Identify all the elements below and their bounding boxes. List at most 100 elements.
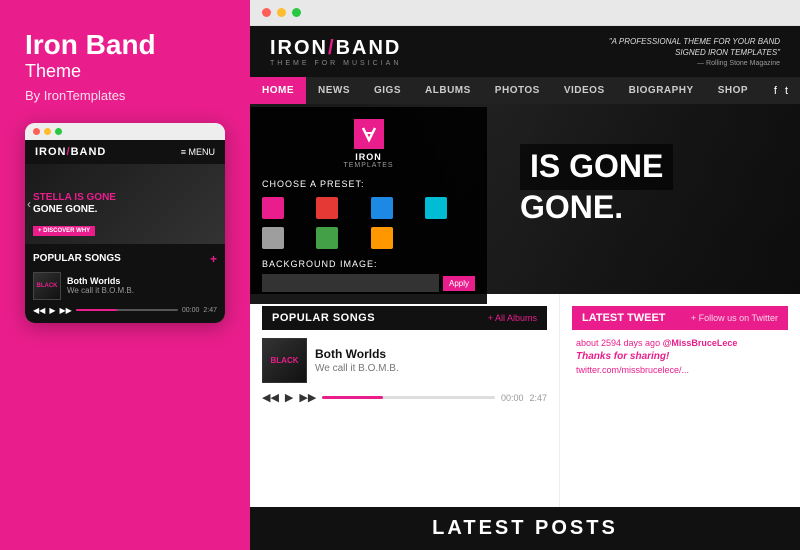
preset-swatch-orange[interactable] <box>371 227 393 249</box>
nav-item-shop[interactable]: SHOP <box>706 77 760 104</box>
hero-main-text-line1: IS GONE <box>530 149 663 184</box>
latest-posts-bar: LATEST POSTS <box>250 507 800 550</box>
all-albums-link[interactable]: + All Albums <box>488 313 537 323</box>
mobile-hero-text: STELLA IS GONE GONE GONE. <box>25 192 124 216</box>
mobile-song-thumbnail: BLACK <box>33 272 61 300</box>
browser-chrome <box>250 0 800 26</box>
dot-red <box>33 128 40 135</box>
nav-item-news[interactable]: NEWS <box>306 77 362 104</box>
song-title-large: Both Worlds <box>315 347 547 361</box>
mobile-discover-button[interactable]: + DISCOVER WHY <box>33 226 95 236</box>
mobile-songs-title: POPULAR SONGS <box>33 253 121 264</box>
facebook-icon[interactable]: f <box>774 85 777 97</box>
mobile-preview-dots <box>25 123 225 140</box>
mobile-songs-header: POPULAR SONGS + <box>33 252 217 266</box>
mobile-songs-add-icon[interactable]: + <box>210 252 217 266</box>
mobile-time-current: 00:00 <box>182 307 200 314</box>
tweet-section-header: LATEST TWEET + Follow us on Twitter <box>572 306 788 330</box>
iron-logo-panel: IRON TEMPLATES <box>262 119 475 169</box>
nav-item-home[interactable]: HOME <box>250 77 306 104</box>
site-logo-main: IRON/BAND <box>270 37 401 60</box>
choose-preset-label: CHOOSE A PRESET: <box>262 179 475 189</box>
mobile-next-button[interactable]: ▶▶ <box>59 306 71 315</box>
mobile-preview-card: IRON/BAND ≡ MENU ‹ STELLA IS GONE GONE G… <box>25 123 225 323</box>
player-controls-large: ◀◀ ▶ ▶▶ 00:00 2:47 <box>262 391 547 404</box>
mobile-song-title: Both Worlds <box>67 276 217 286</box>
bg-image-input-row: Apply <box>262 274 475 292</box>
mobile-time-total: 2:47 <box>203 307 217 314</box>
mobile-song-artist: We call it B.O.M.B. <box>67 286 217 295</box>
iron-logo-text-panel: IRON <box>355 152 382 162</box>
preset-swatch-pink[interactable] <box>262 197 284 219</box>
preset-colors-row1 <box>262 197 475 219</box>
mobile-menu-button[interactable]: ≡ MENU <box>181 147 215 157</box>
mobile-progress-bar[interactable] <box>76 309 178 311</box>
mobile-player-controls: ◀◀ ▶ ▶▶ 00:00 2:47 <box>33 306 217 315</box>
mobile-hero-arrow-left[interactable]: ‹ <box>27 197 31 211</box>
browser-dot-green <box>292 8 301 17</box>
tweet-text: Thanks for sharing! <box>576 351 784 362</box>
apply-button[interactable]: Apply <box>443 276 475 291</box>
preset-swatch-gray[interactable] <box>262 227 284 249</box>
site-logo: IRON/BAND THEME FOR MUSICIAN <box>270 37 401 67</box>
time-total: 2:47 <box>529 393 547 403</box>
brand-title: Iron Band <box>25 30 225 61</box>
preset-swatch-green[interactable] <box>316 227 338 249</box>
hero-text-block: IS GONE <box>520 144 673 189</box>
browser-dot-yellow <box>277 8 286 17</box>
song-artist-large: We call it B.O.M.B. <box>315 363 547 374</box>
song-thumbnail-large: BLACK <box>262 338 307 383</box>
site-header-quote: "A PROFESSIONAL THEME FOR YOUR BAND SIGN… <box>580 36 780 67</box>
progress-fill-large <box>322 396 382 399</box>
twitter-icon[interactable]: t <box>785 85 788 97</box>
mobile-nav: IRON/BAND ≡ MENU <box>25 140 225 164</box>
prev-button[interactable]: ◀◀ <box>262 391 279 404</box>
tweet-title: LATEST TWEET <box>582 312 666 324</box>
mobile-logo: IRON/BAND <box>35 146 106 158</box>
nav-social: f t <box>774 85 800 97</box>
nav-item-albums[interactable]: ALBUMS <box>413 77 483 104</box>
dot-green <box>55 128 62 135</box>
site-logo-tagline: THEME FOR MUSICIAN <box>270 60 401 67</box>
right-panel: IRON/BAND THEME FOR MUSICIAN "A PROFESSI… <box>250 0 800 550</box>
time-current: 00:00 <box>501 393 524 403</box>
mobile-songs-section: POPULAR SONGS + BLACK Both Worlds We cal… <box>25 244 225 323</box>
mobile-progress-fill <box>76 309 117 311</box>
preset-swatch-cyan[interactable] <box>425 197 447 219</box>
tweet-handle[interactable]: @MissBruceLece <box>663 338 738 348</box>
site-nav: HOME NEWS GIGS ALBUMS PHOTOS VIDEOS BIOG… <box>250 77 800 104</box>
mobile-song-info: Both Worlds We call it B.O.M.B. <box>67 276 217 295</box>
preset-panel: IRON TEMPLATES CHOOSE A PRESET: BACKGROU… <box>250 107 487 304</box>
tweet-time: about 2594 days ago @MissBruceLece <box>576 338 784 348</box>
progress-bar-large[interactable] <box>322 396 495 399</box>
preset-swatch-red[interactable] <box>316 197 338 219</box>
brand-author: By IronTemplates <box>25 88 225 103</box>
dot-yellow <box>44 128 51 135</box>
tweet-link[interactable]: twitter.com/missbrucelece/... <box>576 365 784 375</box>
site-header-quote-text: "A PROFESSIONAL THEME FOR YOUR BAND SIGN… <box>580 36 780 58</box>
mobile-prev-button[interactable]: ◀◀ <box>33 306 45 315</box>
nav-item-videos[interactable]: VIDEOS <box>552 77 617 104</box>
mobile-play-button[interactable]: ▶ <box>49 306 55 315</box>
hero-overlay-text: IS GONE GONE. <box>520 144 673 224</box>
brand-subtitle: Theme <box>25 61 225 82</box>
song-row: BLACK Both Worlds We call it B.O.M.B. <box>262 338 547 383</box>
play-button[interactable]: ▶ <box>285 391 293 404</box>
left-panel: Iron Band Theme By IronTemplates IRON/BA… <box>0 0 250 550</box>
site-header: IRON/BAND THEME FOR MUSICIAN "A PROFESSI… <box>250 26 800 77</box>
bg-image-input[interactable] <box>262 274 439 292</box>
nav-item-photos[interactable]: PHOTOS <box>483 77 552 104</box>
next-button[interactable]: ▶▶ <box>299 391 316 404</box>
mobile-hero: ‹ STELLA IS GONE GONE GONE. + DISCOVER W… <box>25 164 225 244</box>
song-info-large: Both Worlds We call it B.O.M.B. <box>315 347 547 374</box>
preset-swatch-blue[interactable] <box>371 197 393 219</box>
tweet-content: about 2594 days ago @MissBruceLece Thank… <box>572 338 788 375</box>
tweet-follow-link[interactable]: + Follow us on Twitter <box>691 313 778 323</box>
site-header-quote-source: — Rolling Stone Magazine <box>580 60 780 67</box>
nav-item-biography[interactable]: BIOGRAPHY <box>617 77 706 104</box>
nav-item-gigs[interactable]: GIGS <box>362 77 413 104</box>
mobile-song-item: BLACK Both Worlds We call it B.O.M.B. <box>33 272 217 300</box>
iron-templates-label: TEMPLATES <box>343 162 393 169</box>
popular-songs-title: POPULAR SONGS <box>272 312 375 324</box>
iron-logo-icon <box>354 119 384 149</box>
